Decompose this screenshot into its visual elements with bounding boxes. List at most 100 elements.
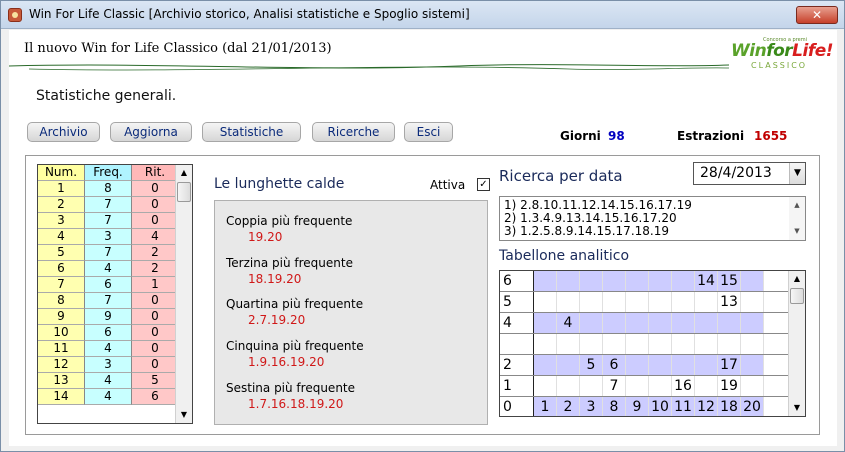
- tabellone-cell: [741, 376, 764, 397]
- close-button[interactable]: ✕: [796, 6, 838, 24]
- tabellone-grid: 6 14 15 5 13 4 4 2 5 6 17 1 7 16 19 0 1 2 3 8 9 10 11 12 18 20 ▲ …: [499, 270, 806, 417]
- tabellone-cell: [741, 334, 764, 355]
- logo-part-1: Win: [731, 41, 767, 61]
- table-row[interactable]: 990: [38, 309, 192, 325]
- tabellone-cell: [626, 292, 649, 313]
- table-row[interactable]: 12 3 0: [38, 357, 192, 373]
- tabellone-cell: [580, 271, 603, 292]
- freq-cell: 4: [85, 341, 132, 357]
- table-row[interactable]: 10 6 0: [38, 325, 192, 341]
- table-row[interactable]: 642: [38, 261, 192, 277]
- rit-cell: 0: [132, 293, 179, 309]
- tabellone-cell: [649, 376, 672, 397]
- frequency-table-body: 1 8 0 2 7 0 3 7 0 4 3 4 5 7 2 6 4 2 7 6 1 8 7 0 9 9 0 10 6 0 11 4 0 12 3 0 1…: [38, 181, 192, 405]
- logo-part-3: Life!: [792, 41, 833, 61]
- ricerche-button[interactable]: Ricerche: [312, 122, 395, 142]
- logo-sub: CLASSICO: [751, 61, 808, 70]
- num-cell: 14: [38, 389, 85, 405]
- tabellone-cell: [718, 334, 741, 355]
- rit-cell: 0: [132, 181, 179, 197]
- num-cell: 3: [38, 213, 85, 229]
- freq-cell: 6: [85, 277, 132, 293]
- tabellone-row-label: 5: [500, 292, 534, 313]
- scroll-up-icon[interactable]: ▲: [789, 271, 805, 287]
- header-freq[interactable]: Freq.: [85, 165, 132, 181]
- tabellone-cell: [557, 376, 580, 397]
- table-row[interactable]: 270: [38, 197, 192, 213]
- tabellone-cell: [534, 334, 557, 355]
- chevron-down-icon[interactable]: ▼: [789, 163, 805, 184]
- date-picker[interactable]: 28/4/2013 ▼: [693, 162, 806, 185]
- app-icon[interactable]: [8, 8, 22, 22]
- search-results-list[interactable]: 1) 2.8.10.11.12.14.15.16.17.19 2) 1.3.4.…: [499, 196, 806, 241]
- tabellone-row: 44: [500, 313, 790, 334]
- tabellone-cell: [580, 313, 603, 334]
- rit-cell: 4: [132, 229, 179, 245]
- table-row[interactable]: 434: [38, 229, 192, 245]
- esci-button[interactable]: Esci: [404, 122, 453, 142]
- tabellone-cell: 13: [718, 292, 741, 313]
- frequency-table-scrollbar[interactable]: ▲ ▼: [175, 165, 192, 423]
- lunghette-title: Le lunghette calde: [214, 176, 345, 192]
- scroll-down-icon[interactable]: ▼: [789, 227, 805, 235]
- num-cell: 5: [38, 245, 85, 261]
- table-row[interactable]: 11 4 0: [38, 341, 192, 357]
- rit-cell: 2: [132, 261, 179, 277]
- table-row[interactable]: 572: [38, 245, 192, 261]
- app-window: Win For Life Classic [Archivio storico, …: [0, 0, 845, 452]
- table-row[interactable]: 180: [38, 181, 192, 197]
- tabellone-row-label: 4: [500, 313, 534, 334]
- table-row[interactable]: 870: [38, 293, 192, 309]
- tabellone-cell: [649, 271, 672, 292]
- header-line: Il nuovo Win for Life Classico (dal 21/0…: [24, 41, 332, 56]
- tabellone-cell: [603, 334, 626, 355]
- list-item[interactable]: 3) 1.2.5.8.9.14.15.17.18.19: [504, 225, 669, 238]
- header-num[interactable]: Num.: [38, 165, 85, 181]
- table-row[interactable]: 13 4 5: [38, 373, 192, 389]
- scroll-down-icon[interactable]: ▼: [789, 400, 805, 416]
- rit-cell: 6: [132, 389, 179, 405]
- tabellone-cell: [603, 313, 626, 334]
- freq-cell: 4: [85, 389, 132, 405]
- tabellone-cell: [695, 355, 718, 376]
- title-bar[interactable]: Win For Life Classic [Archivio storico, …: [1, 1, 844, 29]
- table-row[interactable]: 370: [38, 213, 192, 229]
- tabellone-row: 2 5 6 17: [500, 355, 790, 376]
- rit-cell: 5: [132, 373, 179, 389]
- tabellone-cell: 6: [603, 355, 626, 376]
- tabellone-cell: [626, 271, 649, 292]
- rit-cell: 0: [132, 341, 179, 357]
- scroll-down-icon[interactable]: ▼: [176, 407, 192, 423]
- estrazioni-value: 1655: [754, 129, 788, 143]
- header-rit[interactable]: Rit.: [132, 165, 179, 181]
- attiva-label: Attiva: [430, 178, 466, 192]
- client-area: Il nuovo Win for Life Classico (dal 21/0…: [9, 30, 837, 446]
- window-title: Win For Life Classic [Archivio storico, …: [29, 7, 470, 21]
- scroll-thumb[interactable]: [790, 288, 804, 304]
- table-row[interactable]: 14 4 6: [38, 389, 192, 405]
- statistiche-button[interactable]: Statistiche: [202, 122, 301, 142]
- freq-cell: 3: [85, 357, 132, 373]
- tabellone-cell: [649, 355, 672, 376]
- scroll-up-icon[interactable]: ▲: [176, 165, 192, 181]
- archivio-button[interactable]: Archivio: [27, 122, 100, 142]
- aggiorna-button[interactable]: Aggiorna: [110, 122, 192, 142]
- tabellone-row: 0 1 2 3 8 9 10 11 12 18 20: [500, 397, 790, 416]
- table-row[interactable]: 761: [38, 277, 192, 293]
- scroll-thumb[interactable]: [177, 182, 191, 202]
- tabellone-cell: 14: [695, 271, 718, 292]
- num-cell: 4: [38, 229, 85, 245]
- tabellone-cell: [557, 271, 580, 292]
- tabellone-cell: [580, 334, 603, 355]
- rit-cell: 0: [132, 309, 179, 325]
- tabellone-scrollbar[interactable]: ▲ ▼: [788, 271, 805, 416]
- cinquina-label: Cinquina più frequente: [226, 339, 364, 353]
- tabellone-cell: [557, 355, 580, 376]
- scroll-up-icon[interactable]: ▲: [789, 201, 805, 209]
- tabellone-cell: [649, 313, 672, 334]
- frequency-table-header: Num. Freq. Rit.: [38, 165, 192, 181]
- attiva-checkbox[interactable]: ✓: [477, 178, 490, 191]
- tabellone-cell: 3: [580, 397, 603, 416]
- header-swoosh: [9, 64, 729, 71]
- results-scrollbar[interactable]: ▲ ▼: [789, 197, 805, 240]
